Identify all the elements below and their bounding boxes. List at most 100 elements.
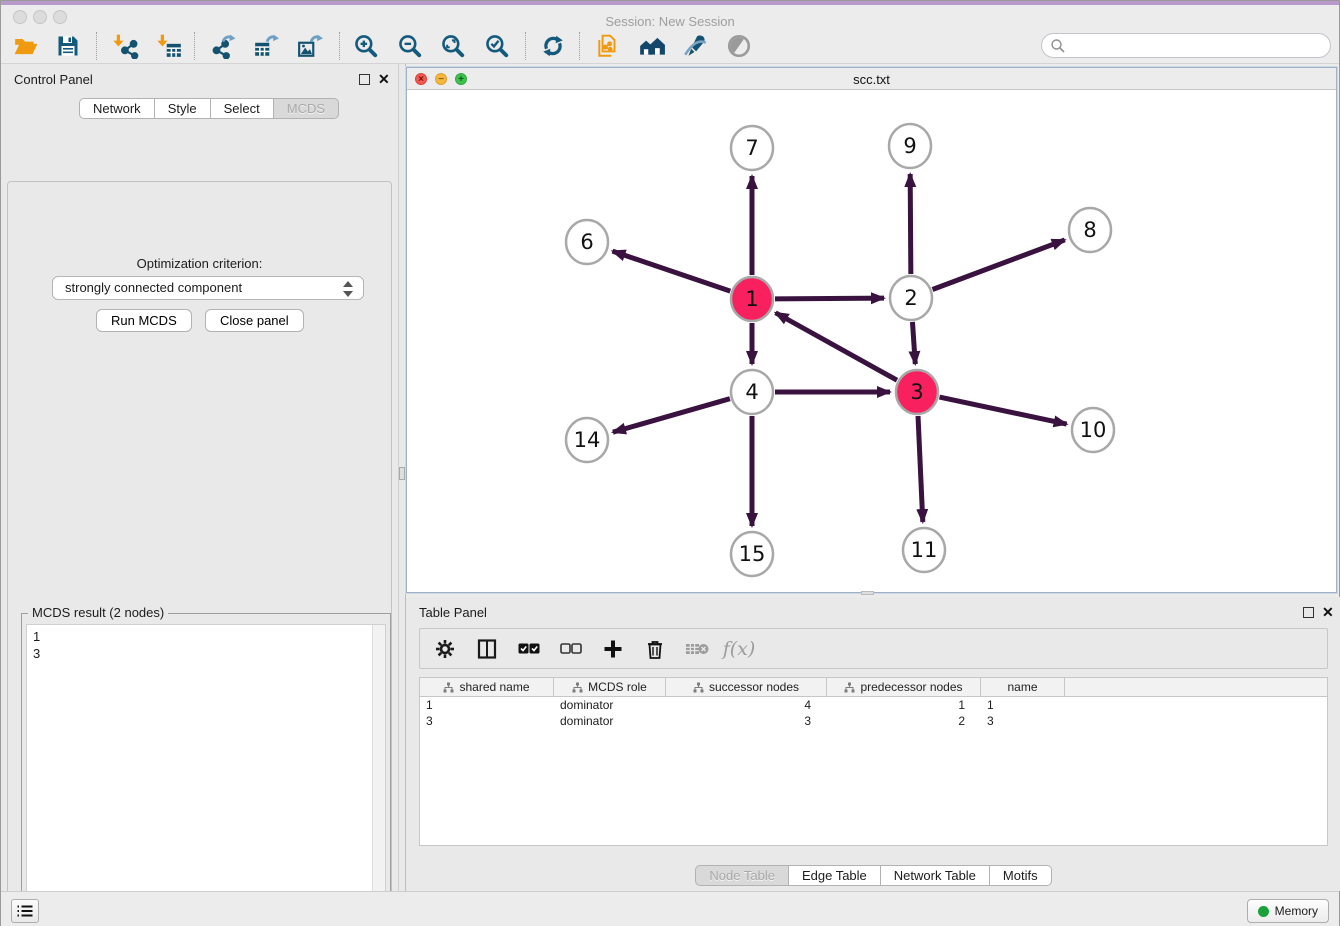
window-titlebar: Session: New Session	[1, 5, 1339, 28]
import-table-button[interactable]	[153, 30, 187, 62]
column-header-successor-nodes[interactable]: successor nodes	[666, 678, 827, 696]
graph-node-11[interactable]: 11	[903, 528, 945, 572]
graph-edge-3-1[interactable]	[776, 313, 897, 380]
node-table-body: 1dominator4113dominator323	[420, 697, 1327, 729]
select-all-columns-button[interactable]	[516, 636, 542, 662]
columns-icon	[477, 639, 497, 659]
clone-network-button[interactable]	[591, 30, 625, 62]
save-session-button[interactable]	[51, 30, 85, 62]
zoom-out-button[interactable]	[393, 30, 427, 62]
graph-edge-4-14[interactable]	[613, 399, 730, 432]
network-canvas[interactable]: 7 9 6 8 1 2 4 3 14 10 15 11	[407, 90, 1336, 592]
graph-edge-3-10[interactable]	[939, 397, 1066, 424]
column-header-name[interactable]: name	[981, 678, 1065, 696]
toggle-visibility-button[interactable]	[722, 30, 756, 62]
table-cell[interactable]: dominator	[554, 713, 666, 729]
run-mcds-button[interactable]: Run MCDS	[96, 309, 192, 332]
graph-edge-2-9[interactable]	[910, 174, 911, 274]
control-panel-title: Control Panel	[14, 72, 93, 87]
table-cell[interactable]: 4	[666, 697, 827, 713]
graph-node-7[interactable]: 7	[731, 126, 773, 170]
function-builder-button[interactable]: f(x)	[726, 636, 752, 662]
table-cell[interactable]: 3	[420, 713, 554, 729]
toolbar-separator	[194, 32, 195, 60]
delete-column-button[interactable]	[642, 636, 668, 662]
node-label: 2	[904, 286, 917, 310]
network-overview-button[interactable]	[635, 30, 669, 62]
tab-network[interactable]: Network	[79, 98, 155, 119]
graph-node-6[interactable]: 6	[566, 220, 608, 264]
table-cell[interactable]: 3	[666, 713, 827, 729]
column-header-MCDS-role[interactable]: MCDS role	[554, 678, 666, 696]
table-panel: Table Panel ✕	[406, 597, 1340, 891]
graph-edge-2-3[interactable]	[912, 322, 915, 364]
network-frame-titlebar[interactable]: × − + scc.txt	[407, 68, 1336, 90]
graph-svg: 7 9 6 8 1 2 4 3 14 10 15 11	[407, 90, 1336, 592]
tab-node-table[interactable]: Node Table	[695, 865, 789, 886]
network-frame-title: scc.txt	[407, 72, 1336, 87]
plus-icon	[603, 639, 623, 659]
tab-select[interactable]: Select	[211, 98, 274, 119]
graph-node-9[interactable]: 9	[889, 124, 931, 168]
column-type-icon	[693, 682, 704, 693]
table-row[interactable]: 3dominator323	[420, 713, 1327, 729]
close-panel-icon[interactable]: ✕	[378, 71, 390, 88]
column-header-predecessor-nodes[interactable]: predecessor nodes	[827, 678, 981, 696]
table-cell[interactable]: 1	[981, 697, 1065, 713]
graph-edge-2-8[interactable]	[933, 240, 1065, 290]
graph-node-3[interactable]: 3	[896, 370, 938, 414]
zoom-selected-button[interactable]	[480, 30, 514, 62]
refresh-network-button[interactable]	[536, 30, 570, 62]
export-table-button[interactable]	[249, 30, 283, 62]
vertical-splitter-grip[interactable]	[399, 467, 405, 480]
close-table-panel-icon[interactable]: ✕	[1322, 604, 1334, 621]
graph-node-4[interactable]: 4	[731, 370, 773, 414]
float-panel-icon[interactable]	[359, 74, 370, 85]
show-task-history-button[interactable]	[11, 899, 39, 923]
tab-edge-table[interactable]: Edge Table	[789, 865, 881, 886]
tab-mcds[interactable]: MCDS	[274, 98, 339, 119]
graph-node-14[interactable]: 14	[566, 418, 608, 462]
show-column-button[interactable]	[474, 636, 500, 662]
graph-node-10[interactable]: 10	[1072, 408, 1114, 452]
export-network-button[interactable]	[206, 30, 240, 62]
graph-edge-1-2[interactable]	[775, 298, 884, 299]
table-cell[interactable]: dominator	[554, 697, 666, 713]
graph-node-15[interactable]: 15	[731, 532, 773, 576]
table-cell[interactable]: 1	[420, 697, 554, 713]
criterion-select[interactable]: strongly connected component	[52, 276, 364, 300]
import-network-icon	[113, 33, 139, 59]
table-settings-button[interactable]	[432, 636, 458, 662]
houses-icon	[638, 33, 666, 59]
column-header-shared-name[interactable]: shared name	[420, 678, 554, 696]
mcds-result-textarea[interactable]: 1 3	[26, 624, 386, 926]
search-input[interactable]	[1041, 33, 1331, 58]
tab-style[interactable]: Style	[155, 98, 211, 119]
graph-node-8[interactable]: 8	[1069, 208, 1111, 252]
graph-edge-3-11[interactable]	[918, 416, 923, 522]
close-panel-button[interactable]: Close panel	[205, 309, 304, 332]
table-cell[interactable]: 3	[981, 713, 1065, 729]
toggle-style-button[interactable]	[678, 30, 712, 62]
unselect-all-columns-button[interactable]	[558, 636, 584, 662]
open-session-button[interactable]	[9, 30, 43, 62]
zoom-in-button[interactable]	[349, 30, 383, 62]
horizontal-splitter-grip[interactable]	[861, 591, 874, 595]
tab-motifs[interactable]: Motifs	[990, 865, 1052, 886]
table-row[interactable]: 1dominator411	[420, 697, 1327, 713]
table-cell[interactable]: 1	[827, 697, 981, 713]
export-image-button[interactable]	[293, 30, 327, 62]
zoom-fit-button[interactable]	[436, 30, 470, 62]
float-table-panel-icon[interactable]	[1303, 607, 1314, 618]
tab-network-table[interactable]: Network Table	[881, 865, 990, 886]
graph-node-1[interactable]: 1	[731, 277, 773, 321]
memory-button[interactable]: Memory	[1247, 899, 1329, 923]
table-cell[interactable]: 2	[827, 713, 981, 729]
graph-edge-1-6[interactable]	[613, 251, 731, 291]
result-scrollbar[interactable]	[372, 625, 385, 926]
network-view-frame: × − + scc.txt 7 9 6 8 1 2 4 3 14 10 15 11	[406, 67, 1337, 593]
import-network-button[interactable]	[109, 30, 143, 62]
delete-table-button[interactable]	[684, 636, 710, 662]
graph-node-2[interactable]: 2	[890, 276, 932, 320]
add-column-button[interactable]	[600, 636, 626, 662]
